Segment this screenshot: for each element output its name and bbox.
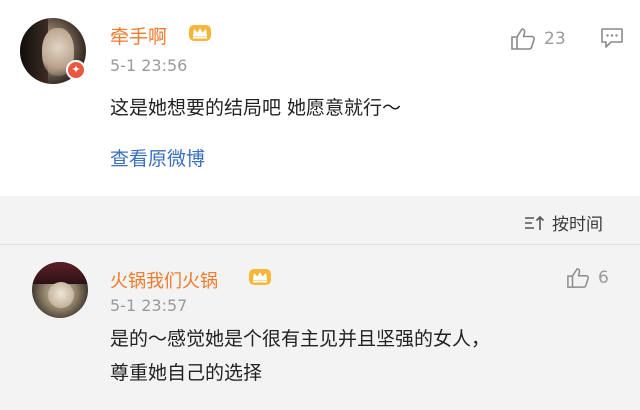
sort-label: 按时间 bbox=[552, 215, 603, 235]
comment-text-line: 尊重她自己的选择 bbox=[110, 362, 263, 384]
avatar[interactable] bbox=[32, 262, 88, 318]
like-button[interactable]: 6 bbox=[566, 266, 609, 290]
comment-text-line: 是的～感觉她是个很有主见并且坚强的女人， bbox=[110, 328, 491, 350]
username[interactable]: 火锅我们火锅 bbox=[110, 267, 218, 293]
verified-badge-icon: ✦ bbox=[66, 60, 86, 80]
timestamp: 5-1 23:56 bbox=[110, 56, 188, 75]
like-count: 6 bbox=[598, 268, 609, 288]
thumbs-up-icon bbox=[511, 28, 535, 50]
crown-icon bbox=[189, 25, 211, 41]
comment-text: 这是她想要的结局吧 她愿意就行～ bbox=[110, 97, 402, 119]
divider bbox=[0, 244, 640, 245]
comment-text: 是的～感觉她是个很有主见并且坚强的女人， 尊重她自己的选择 bbox=[110, 322, 490, 390]
thumbs-up-icon bbox=[567, 268, 589, 288]
sort-icon bbox=[525, 215, 545, 230]
crown-icon bbox=[249, 269, 271, 285]
like-count: 23 bbox=[544, 29, 566, 49]
view-original-link[interactable]: 查看原微博 bbox=[110, 144, 205, 171]
comment-reply-icon[interactable] bbox=[600, 27, 624, 49]
like-button[interactable]: 23 bbox=[510, 27, 566, 51]
username[interactable]: 牵手啊 bbox=[110, 22, 167, 49]
timestamp: 5-1 23:57 bbox=[110, 296, 188, 315]
sort-by-time-button[interactable]: 按时间 bbox=[524, 210, 603, 235]
